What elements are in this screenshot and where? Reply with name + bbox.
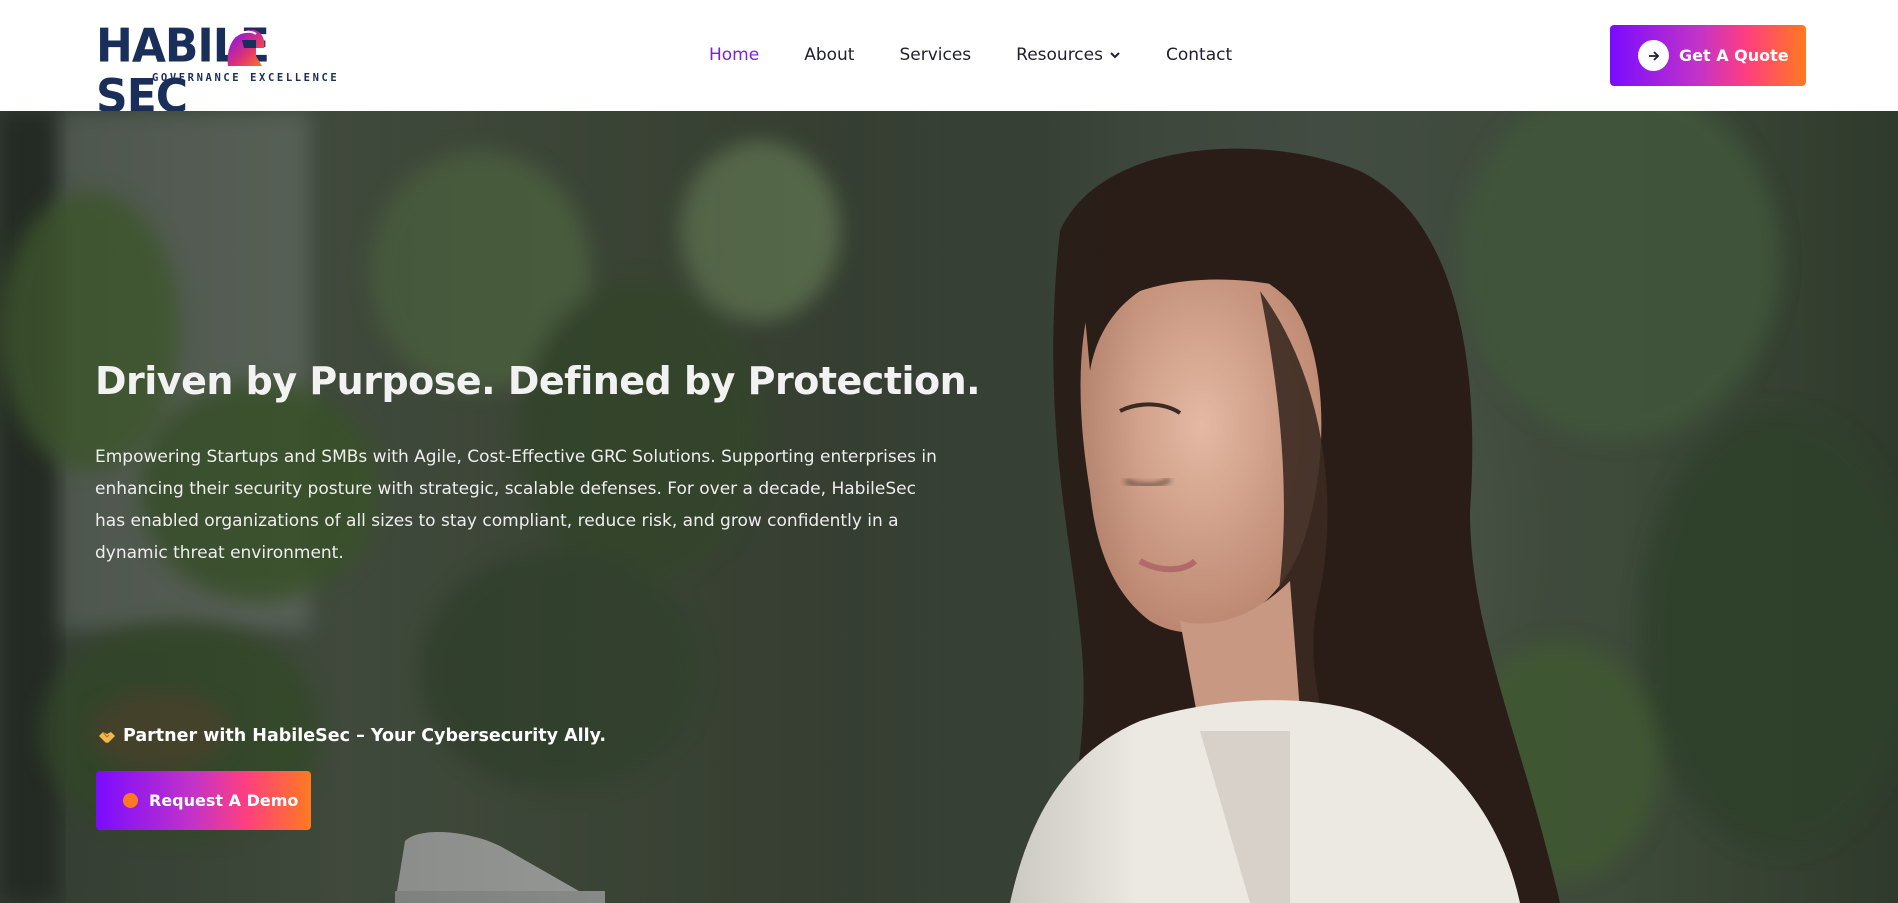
nav-contact[interactable]: Contact [1166,45,1232,65]
site-header: HABILESEC GOVERNANCE EXCELLENCE Home Abo… [0,0,1898,122]
hero-tagline-text: Partner with HabileSec – Your Cybersecur… [123,726,607,746]
hero-section: Driven by Purpose. Defined by Protection… [0,111,1898,903]
habilesec-logo[interactable]: HABILESEC GOVERNANCE EXCELLENCE [96,21,337,122]
arrow-right-icon [1638,40,1669,71]
hero-description: Empowering Startups and SMBs with Agile,… [95,447,937,563]
nav-services[interactable]: Services [899,45,971,65]
dot-icon [123,793,138,808]
get-a-quote-button[interactable]: Get A Quote [1610,25,1806,86]
request-a-demo-button[interactable]: Request A Demo [96,771,311,830]
hero-tagline: Partner with HabileSec – Your Cybersecur… [97,726,606,746]
get-a-quote-label: Get A Quote [1679,46,1789,65]
nav-resources[interactable]: Resources [1016,45,1121,65]
main-nav: Home About Services Resources Contact [709,42,1232,68]
logo-tagline: GOVERNANCE EXCELLENCE [152,72,340,84]
hero-title: Driven by Purpose. Defined by Protection… [95,359,981,403]
handshake-icon [99,731,115,743]
nav-home[interactable]: Home [709,45,759,65]
request-a-demo-label: Request A Demo [149,791,299,810]
chevron-down-icon [1110,52,1120,59]
nav-resources-label: Resources [1016,45,1103,65]
spartan-helmet-icon [227,29,265,66]
nav-about[interactable]: About [804,45,854,65]
